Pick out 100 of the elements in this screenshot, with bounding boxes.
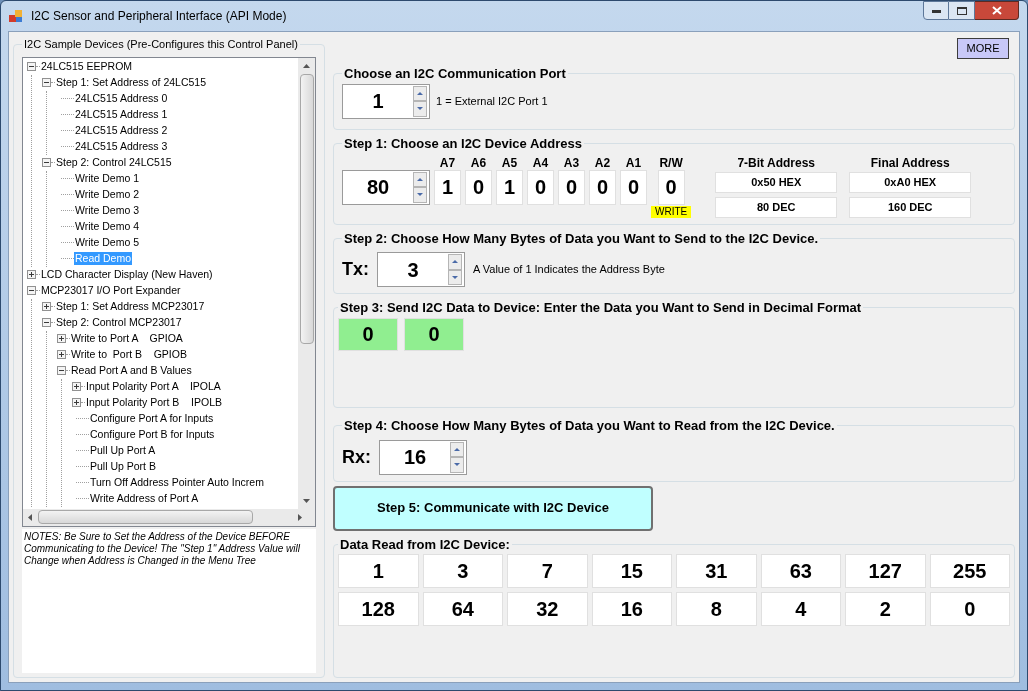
maximize-icon (956, 6, 967, 15)
tree-item[interactable]: Step 2: Control MCP23017 (55, 316, 183, 329)
tree-item[interactable]: Configure Port B for Inputs (89, 428, 216, 441)
read-value: 7 (507, 554, 588, 588)
read-value: 31 (676, 554, 757, 588)
expand-icon[interactable] (57, 350, 66, 359)
tree-item[interactable]: 24LC515 Address 0 (74, 92, 169, 105)
collapse-icon[interactable] (42, 158, 51, 167)
bit-value[interactable]: 1 (434, 169, 461, 205)
read-value: 128 (338, 592, 419, 626)
tree-item[interactable]: MCP23017 I/O Port Expander (40, 284, 182, 297)
read-value: 15 (591, 554, 672, 588)
read-value: 16 (591, 592, 672, 626)
group-title: Choose an I2C Communication Port (343, 65, 567, 83)
collapse-icon[interactable] (42, 318, 51, 327)
bit-value[interactable]: 0 (657, 169, 685, 205)
expand-icon[interactable] (27, 270, 36, 279)
send-value-field[interactable]: 0 (338, 317, 398, 351)
scrollbar-thumb[interactable] (38, 510, 253, 524)
bit-value[interactable]: 0 (620, 169, 647, 205)
expand-icon[interactable] (72, 398, 81, 407)
spin-down-icon[interactable] (454, 463, 460, 467)
scrollbar-thumb[interactable] (299, 73, 314, 344)
spin-up-icon[interactable] (417, 177, 423, 181)
send-value-field[interactable]: 0 (404, 317, 464, 351)
close-button[interactable] (975, 1, 1019, 20)
vertical-scrollbar[interactable] (298, 57, 315, 509)
collapse-icon[interactable] (27, 62, 36, 71)
tree-item[interactable]: 24LC515 Address 2 (74, 124, 169, 137)
tree-item[interactable]: Write Demo 4 (74, 220, 140, 233)
bit-label: A5 (501, 154, 518, 170)
tree-item[interactable]: Pull Up Port A (89, 444, 157, 457)
scroll-right-icon (298, 513, 302, 521)
number-spinner[interactable]: 16 (379, 439, 467, 475)
tree-item[interactable]: Write Demo 3 (74, 204, 140, 217)
bit-label: A1 (625, 154, 642, 170)
window-title: I2C Sensor and Peripheral Interface (API Mode) (31, 8, 287, 25)
bit-value[interactable]: 0 (465, 169, 492, 205)
spin-up-icon[interactable] (454, 447, 460, 451)
more-button[interactable]: MORE (957, 38, 1009, 59)
tree-item[interactable]: Step 1: Set Address MCP23017 (55, 300, 206, 313)
tree-item[interactable]: Write Demo 1 (74, 172, 140, 185)
write-badge: WRITE (651, 205, 692, 218)
minimize-icon (931, 8, 941, 13)
port-description: 1 = External I2C Port 1 (436, 93, 548, 109)
bit-value[interactable]: 0 (527, 169, 554, 205)
collapse-icon[interactable] (27, 286, 36, 295)
hex-value: 0x50 HEX (715, 171, 838, 193)
read-value: 127 (845, 554, 926, 588)
bit-value[interactable]: 1 (496, 169, 523, 205)
tree-item[interactable]: 24LC515 EEPROM (40, 60, 134, 73)
bit-value[interactable]: 0 (589, 169, 616, 205)
expand-icon[interactable] (42, 302, 51, 311)
tree-item[interactable]: Input Polarity Port A IPOLA (85, 380, 222, 393)
spin-down-icon[interactable] (417, 107, 423, 111)
tree-item[interactable]: Step 2: Control 24LC515 (55, 156, 173, 169)
hex-value: 0xA0 HEX (849, 171, 972, 193)
minimize-button[interactable] (923, 1, 949, 20)
collapse-icon[interactable] (42, 78, 51, 87)
communicate-button[interactable]: Step 5: Communicate with I2C Device (333, 485, 653, 531)
tree-item[interactable]: Step 1: Set Address of 24LC515 (55, 76, 208, 89)
read-value: 2 (845, 592, 926, 626)
number-spinner[interactable]: 80 (342, 169, 430, 205)
tree-item[interactable]: Input Polarity Port B IPOLB (85, 396, 223, 409)
group-title: I2C Sample Devices (Pre-Configures this Control Panel) (23, 37, 299, 52)
read-value: 4 (760, 592, 841, 626)
tree-item[interactable]: 24LC515 Address 1 (74, 108, 169, 121)
spin-down-icon[interactable] (417, 193, 423, 197)
bit-label: A4 (532, 154, 549, 170)
number-spinner[interactable]: 3 (377, 252, 465, 287)
tree-item[interactable]: Pull Up Port B (89, 460, 157, 473)
tree-item[interactable]: Turn Off Address Pointer Auto Increm (89, 476, 265, 489)
group-title: Step 3: Send I2C Data to Device: Enter the Data you Want to Send in Decimal Format (339, 299, 863, 317)
decimal-value: 80 DEC (715, 196, 838, 218)
spin-up-icon[interactable] (452, 260, 458, 264)
spin-up-icon[interactable] (417, 91, 423, 95)
number-spinner[interactable]: 1 (342, 83, 430, 119)
rx-label: Rx: (342, 445, 371, 469)
tree-item[interactable]: LCD Character Display (New Haven) (40, 268, 214, 281)
tree-item[interactable]: Read Port A and B Values (70, 364, 193, 377)
maximize-button[interactable] (949, 1, 975, 20)
bit-label: A2 (594, 154, 611, 170)
scroll-up-icon (303, 63, 310, 68)
tree-item[interactable]: Write to Port B GPIOB (70, 348, 188, 361)
scroll-down-icon (303, 498, 310, 503)
tree-item[interactable]: Write Demo 5 (74, 236, 140, 249)
bit-label: R/W (659, 154, 683, 170)
tree-item[interactable]: Write to Port A GPIOA (70, 332, 184, 345)
horizontal-scrollbar[interactable] (23, 508, 315, 526)
expand-icon[interactable] (57, 334, 66, 343)
spin-down-icon[interactable] (452, 275, 458, 279)
expand-icon[interactable] (72, 382, 81, 391)
bit-value[interactable]: 0 (558, 169, 585, 205)
tree-item[interactable]: 24LC515 Address 3 (74, 140, 169, 153)
collapse-icon[interactable] (57, 366, 66, 375)
tree-item[interactable]: Write Demo 2 (74, 188, 140, 201)
tree-item[interactable]: Write Address of Port A (89, 492, 200, 505)
tree-item[interactable]: Configure Port A for Inputs (89, 412, 215, 425)
read-value: 32 (507, 592, 588, 626)
group-title: Step 4: Choose How Many Bytes of Data you Want to Read from the I2C Device. (343, 417, 836, 435)
